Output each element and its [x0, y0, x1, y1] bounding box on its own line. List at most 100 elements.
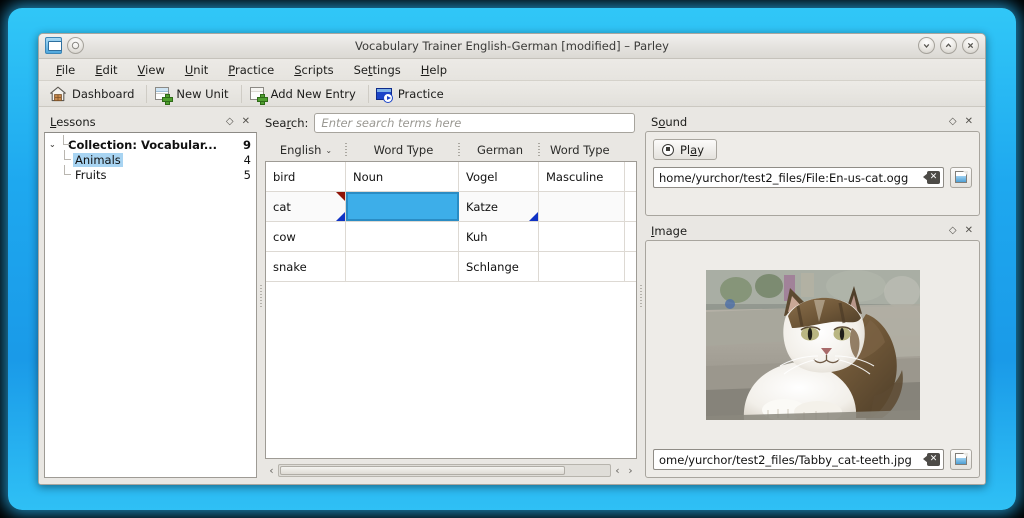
scroll-left-arrow-icon[interactable]: ‹: [265, 464, 278, 477]
toolbar-separator-2: [240, 84, 242, 103]
tree-item-animals[interactable]: Animals 4: [45, 150, 256, 167]
table-row[interactable]: bird Noun Vogel Masculine: [266, 162, 636, 192]
menu-help[interactable]: Help: [412, 61, 456, 79]
cell-english-snake[interactable]: snake: [266, 252, 346, 281]
cell-wordtype-noun[interactable]: Noun: [346, 162, 459, 191]
menu-practice[interactable]: Practice: [219, 61, 283, 79]
sound-browse-button[interactable]: [950, 167, 972, 188]
lessons-tree[interactable]: ⌄ Collection: Vocabular... 9 Animals 4 F…: [44, 132, 257, 478]
cell-english-bird[interactable]: bird: [266, 162, 346, 191]
lessons-float-icon[interactable]: ◇: [226, 116, 234, 127]
toolbar-separator-3: [367, 84, 369, 103]
scroll-left-arrow-icon-2[interactable]: ‹: [611, 464, 624, 477]
practice-button[interactable]: Practice: [371, 83, 454, 105]
menu-practice-rest: ractice: [235, 62, 275, 77]
lessons-panel-titlebar: Lessons ◇ ✕: [44, 112, 257, 131]
tree-item-fruits-label: Fruits: [75, 167, 107, 182]
tree-item-collection[interactable]: ⌄ Collection: Vocabular... 9: [45, 135, 256, 152]
cat-photo-svg: [705, 270, 920, 420]
menu-file[interactable]: File: [47, 61, 84, 79]
image-path-text: ome/yurchor/test2_files/Tabby_cat-teeth.…: [659, 452, 912, 467]
menu-scripts[interactable]: Scripts: [285, 61, 342, 79]
cell-wordtype-empty-snake[interactable]: [346, 252, 459, 281]
cell-german-katze[interactable]: Katze: [459, 192, 539, 221]
tree-item-collection-count: 9: [242, 137, 251, 152]
image-browse-button[interactable]: [950, 449, 972, 470]
menu-settings[interactable]: Settings: [345, 61, 410, 79]
add-new-entry-button[interactable]: Add New Entry: [244, 83, 366, 105]
scrollbar-track[interactable]: [278, 463, 611, 477]
shade-icon[interactable]: [918, 37, 935, 54]
blue-marker: [529, 212, 538, 221]
window-titlebar[interactable]: Vocabulary Trainer English-German [modif…: [39, 34, 985, 59]
menu-unit-rest: nit: [193, 62, 209, 77]
table-row[interactable]: snake Schlange: [266, 252, 636, 282]
menu-view-rest: iew: [145, 62, 165, 77]
sound-float-icon[interactable]: ◇: [949, 116, 957, 127]
lessons-close-icon[interactable]: ✕: [242, 116, 250, 127]
cell-wordtype-masculine[interactable]: Masculine: [539, 162, 625, 191]
cell-german-katze-text: Katze: [466, 199, 499, 214]
new-unit-label: New Unit: [176, 86, 229, 101]
column-header-german[interactable]: German: [460, 139, 540, 161]
column-header-german-label: German: [476, 143, 524, 157]
table-row[interactable]: cow Kuh: [266, 222, 636, 252]
new-unit-button[interactable]: New Unit: [149, 83, 238, 105]
cell-english-cat[interactable]: cat: [266, 192, 346, 221]
left-splitter[interactable]: [257, 108, 265, 484]
cell-english-cow[interactable]: cow: [266, 222, 346, 251]
table-row[interactable]: cat Katze: [266, 192, 636, 222]
sort-descending-icon[interactable]: ⌄: [325, 146, 332, 155]
sound-panel-titlebar: Sound ◇ ✕: [645, 112, 980, 131]
sound-path-text: home/yurchor/test2_files/File:En-us-cat.…: [659, 170, 909, 185]
parley-main-window: Vocabulary Trainer English-German [modif…: [38, 33, 986, 485]
sound-close-icon[interactable]: ✕: [965, 116, 973, 127]
play-sound-button[interactable]: Play: [653, 139, 718, 160]
menu-unit[interactable]: Unit: [176, 61, 217, 79]
tree-item-animals-label: Animals: [73, 152, 123, 167]
cell-wordtype-selected[interactable]: [346, 192, 459, 221]
practice-screen-icon: [375, 85, 393, 103]
cell-wordtype-empty-cow-2[interactable]: [539, 222, 625, 251]
tree-branch-line-animals: [59, 150, 73, 167]
image-float-icon[interactable]: ◇: [949, 225, 957, 236]
column-header-word-type-1[interactable]: Word Type: [347, 139, 460, 161]
scroll-right-arrow-icon[interactable]: ›: [624, 464, 637, 477]
search-input[interactable]: [314, 113, 635, 133]
column-header-word-type-2[interactable]: Word Type: [540, 139, 626, 161]
maximize-icon[interactable]: [940, 37, 957, 54]
clear-text-icon[interactable]: ✕: [923, 453, 940, 466]
cell-german-vogel[interactable]: Vogel: [459, 162, 539, 191]
toolbar-separator-1: [146, 84, 148, 103]
close-icon[interactable]: [962, 37, 979, 54]
collection-expander-icon[interactable]: ⌄: [49, 140, 58, 149]
vocabulary-center-pane: Search: English ⌄ Word Type: [265, 108, 637, 484]
cell-wordtype-empty-snake-2[interactable]: [539, 252, 625, 281]
sound-panel-title: Sound: [651, 114, 688, 129]
image-panel-titlebar: Image ◇ ✕: [645, 221, 980, 240]
tree-item-animals-count: 4: [243, 152, 251, 167]
column-header-english[interactable]: English ⌄: [265, 139, 347, 161]
image-close-icon[interactable]: ✕: [965, 225, 973, 236]
cell-wordtype-empty-cat[interactable]: [539, 192, 625, 221]
dashboard-button[interactable]: Dashboard: [45, 83, 144, 105]
right-splitter[interactable]: [637, 108, 645, 484]
scrollbar-thumb[interactable]: [280, 465, 565, 475]
table-horizontal-scrollbar[interactable]: ‹ ‹ ›: [265, 462, 637, 478]
table-body[interactable]: bird Noun Vogel Masculine cat Katze cow …: [265, 161, 637, 459]
sound-path-field[interactable]: home/yurchor/test2_files/File:En-us-cat.…: [653, 167, 944, 188]
add-entry-icon: [248, 85, 268, 105]
sound-path-row: home/yurchor/test2_files/File:En-us-cat.…: [653, 167, 972, 188]
menu-view[interactable]: View: [129, 61, 174, 79]
cell-german-schlange[interactable]: Schlange: [459, 252, 539, 281]
menu-edit[interactable]: Edit: [86, 61, 126, 79]
image-path-field[interactable]: ome/yurchor/test2_files/Tabby_cat-teeth.…: [653, 449, 944, 470]
cell-german-kuh[interactable]: Kuh: [459, 222, 539, 251]
right-dock: Sound ◇ ✕ Play home/yurchor/test2_files/…: [645, 108, 985, 484]
new-document-icon: [153, 85, 174, 105]
cell-wordtype-empty-cow[interactable]: [346, 222, 459, 251]
image-panel-title: Image: [651, 223, 688, 238]
clear-text-icon[interactable]: ✕: [923, 171, 940, 184]
tree-item-fruits[interactable]: Fruits 5: [45, 165, 256, 182]
left-splitter-grip: [260, 285, 262, 307]
